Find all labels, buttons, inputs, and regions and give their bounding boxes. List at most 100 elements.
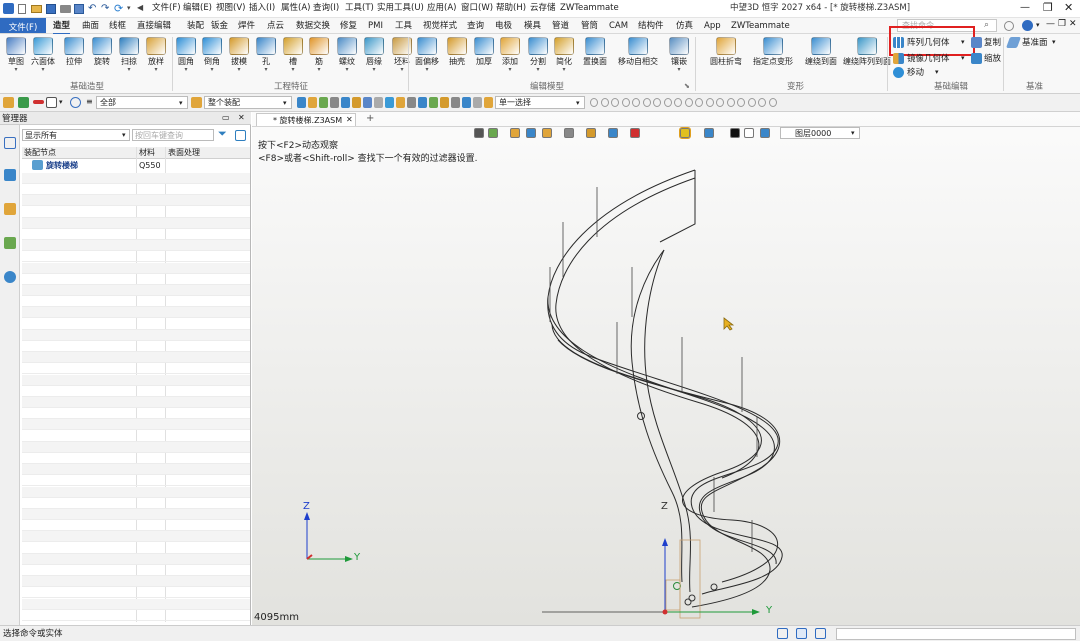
ribbon-tool-1[interactable]: 六面体 ▾ — [27, 37, 59, 73]
cancel-filter-icon[interactable] — [33, 100, 44, 104]
menu-cloud[interactable]: 云存储 — [530, 4, 556, 13]
ribbon-tool-21[interactable]: 置换面 — [579, 37, 611, 66]
save-all-icon[interactable] — [74, 4, 84, 14]
command-tool-icon[interactable] — [484, 97, 493, 108]
assembly-scope-select[interactable]: 整个装配 ▾ — [204, 96, 292, 109]
command-tool-icon[interactable] — [418, 97, 427, 108]
undo-icon[interactable]: ↶ — [88, 4, 96, 14]
tree-search-input[interactable]: 按回车键查询 — [132, 129, 214, 141]
filter-select[interactable]: 全部 ▾ — [96, 96, 188, 109]
command-tool-icon[interactable] — [462, 97, 471, 108]
col-material[interactable]: 材料 — [139, 149, 155, 157]
dropdown-arrow-icon[interactable]: ▾ — [27, 67, 59, 73]
ribbon-tool-26[interactable]: 缠绕到面 — [795, 37, 847, 66]
save-icon[interactable] — [46, 4, 56, 14]
layout-icon-3[interactable] — [815, 628, 826, 639]
filter-toggle-icon[interactable]: ≡ — [86, 98, 93, 106]
command-tool-icon[interactable] — [319, 97, 328, 108]
tab-item[interactable]: App — [704, 22, 721, 31]
snap-tool-icon[interactable] — [747, 98, 756, 107]
ribbon-tool-25[interactable]: 指定点变形 — [747, 37, 799, 66]
pick-icon[interactable] — [18, 97, 29, 108]
snap-tool-icon[interactable] — [758, 98, 766, 107]
tab-item[interactable]: 结构件 — [638, 22, 664, 31]
command-tool-icon[interactable] — [374, 97, 383, 108]
col-assembly-node[interactable]: 装配节点 — [24, 149, 56, 157]
point-filter-icon[interactable] — [46, 97, 57, 108]
command-tool-icon[interactable] — [407, 97, 416, 108]
command-tool-icon[interactable] — [341, 97, 350, 108]
menu-zwteammate[interactable]: ZWTeammate — [560, 4, 619, 13]
tab-item[interactable]: 修复 — [340, 22, 357, 31]
help-icon[interactable] — [1022, 20, 1033, 31]
snap-tool-icon[interactable] — [590, 98, 598, 107]
snap-tool-icon[interactable] — [600, 98, 609, 107]
move-dropdown-icon[interactable]: ▾ — [935, 69, 939, 76]
snap-tool-icon[interactable] — [611, 98, 619, 107]
snap-tool-icon[interactable] — [632, 98, 640, 107]
tab-item[interactable]: 造型 — [53, 22, 71, 35]
status-input[interactable] — [836, 628, 1076, 640]
stair-model[interactable] — [252, 112, 1080, 625]
ribbon-tool-22[interactable]: 移动自相交 — [612, 37, 664, 66]
graphics-viewport[interactable]: * 旋转楼梯.Z3ASM ✕ + 图层0000 ▾ 按下<F2>动态观察 <F8… — [252, 112, 1080, 625]
assembly-scope-icon[interactable] — [191, 97, 202, 108]
column-settings-icon[interactable] — [235, 130, 246, 141]
tab-item[interactable]: ZWTeammate — [731, 22, 790, 31]
menu-window[interactable]: 窗口(W) — [461, 4, 493, 13]
command-tool-icon[interactable] — [352, 97, 361, 108]
tab-item[interactable]: 查询 — [467, 22, 484, 31]
ribbon-tool-23[interactable]: 镶嵌 ▾ — [663, 37, 695, 73]
image-icon[interactable] — [4, 237, 16, 249]
snap-tool-icon[interactable] — [716, 98, 724, 107]
new-file-icon[interactable] — [18, 4, 26, 14]
tab-item[interactable]: 钣金 — [211, 22, 228, 31]
snap-tool-icon[interactable] — [653, 98, 661, 107]
tab-item[interactable]: 直接编辑 — [137, 22, 171, 31]
assembly-tree-icon[interactable] — [4, 137, 16, 149]
command-tool-icon[interactable] — [396, 97, 405, 108]
restore-button[interactable]: ❐ — [1043, 2, 1053, 13]
snap-tool-icon[interactable] — [674, 98, 682, 107]
help-dropdown-icon[interactable]: ▾ — [1036, 22, 1040, 29]
snap-tool-icon[interactable] — [726, 98, 735, 107]
menu-apply[interactable]: 应用(A) — [427, 4, 456, 13]
group-launcher-icon[interactable]: ⬊ — [684, 83, 690, 90]
snap-tool-icon[interactable] — [705, 98, 714, 107]
dropdown-arrow-icon[interactable]: ▾ — [411, 67, 443, 73]
layout-icon-2[interactable] — [796, 628, 807, 639]
datum-plane-button[interactable]: 基准面 ▾ — [1005, 37, 1068, 49]
selection-mode-select[interactable]: 单一选择 ▾ — [495, 96, 585, 109]
settings-icon[interactable] — [1004, 21, 1014, 31]
command-tool-icon[interactable] — [385, 97, 394, 108]
tab-item[interactable]: 曲面 — [82, 22, 99, 31]
snap-tool-icon[interactable] — [737, 98, 745, 107]
collapse-icon[interactable]: ◀ — [137, 4, 143, 12]
menu-tools[interactable]: 工具(T) — [345, 4, 374, 13]
menu-file[interactable]: 文件(F) — [152, 4, 181, 13]
tab-item[interactable]: PMI — [368, 22, 383, 31]
tab-item[interactable]: 装配 — [187, 22, 204, 31]
tab-item[interactable]: 仿真 — [676, 22, 693, 31]
tab-item[interactable]: 数据交换 — [296, 22, 330, 31]
command-tool-icon[interactable] — [440, 97, 449, 108]
tab-item[interactable]: 工具 — [395, 22, 412, 31]
command-tool-icon[interactable] — [330, 97, 339, 108]
copy-button[interactable]: 复制 — [971, 37, 1003, 49]
parts-library-icon[interactable] — [4, 203, 16, 215]
move-button[interactable]: 移动 ▾ — [893, 67, 953, 79]
ribbon-tool-5[interactable]: 放样 ▾ — [140, 37, 172, 73]
col-surface[interactable]: 表面处理 — [168, 149, 200, 157]
command-tool-icon[interactable] — [451, 97, 460, 108]
mirror-geometry-button[interactable]: 镜像几何体 ▾ — [893, 53, 973, 65]
display-filter-select[interactable]: 显示所有 ▾ — [22, 129, 130, 141]
dropdown-arrow-icon[interactable]: ▾ — [140, 67, 172, 73]
dropdown-arrow-icon[interactable]: ▾ — [548, 67, 580, 73]
menu-utility[interactable]: 实用工具(U) — [377, 4, 424, 13]
snap-tool-icon[interactable] — [768, 98, 777, 107]
snap-tool-icon[interactable] — [621, 98, 630, 107]
ribbon-tool-27[interactable]: 缠绕阵列到面 — [841, 37, 893, 66]
quick-dropdown-icon[interactable]: ▾ — [127, 5, 131, 12]
manager-close-icon[interactable]: ✕ — [238, 114, 245, 122]
command-tool-icon[interactable] — [297, 97, 306, 108]
